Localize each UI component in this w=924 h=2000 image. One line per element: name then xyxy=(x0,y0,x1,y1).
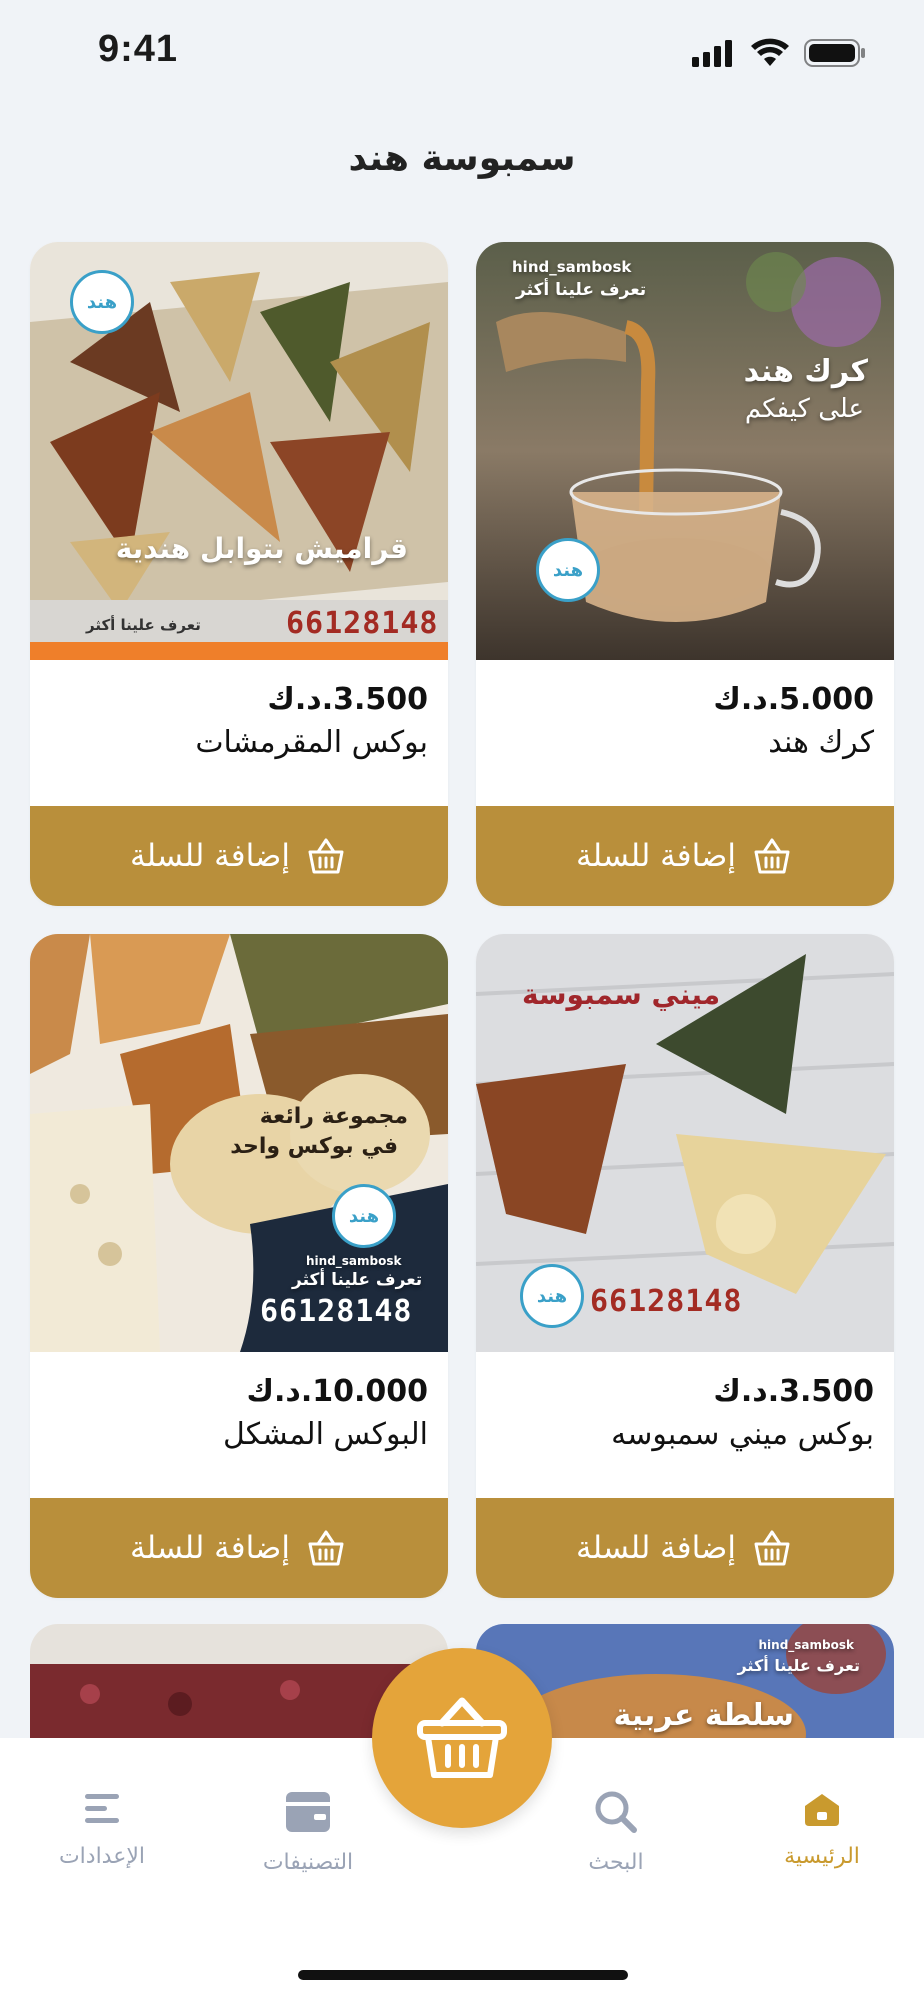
tab-search-label: البحث xyxy=(588,1850,644,1875)
phone-number: 66128148 xyxy=(590,1284,743,1319)
add-to-cart-label: إضافة للسلة xyxy=(130,1530,290,1566)
basket-icon xyxy=(754,838,790,874)
add-to-cart-label: إضافة للسلة xyxy=(576,1530,736,1566)
phone-number: 66128148 xyxy=(286,606,439,641)
brand-logo: هند xyxy=(520,1264,584,1328)
learn-more-text: تعرف علينا أكثر xyxy=(86,616,201,634)
image-headline: قراميش بتوابل هندية xyxy=(115,532,408,565)
brand-logo: هند xyxy=(70,270,134,334)
page-title: سمبوسة هند xyxy=(348,138,576,179)
image-headline: ميني سمبوسة xyxy=(522,978,721,1011)
phone-number: 66128148 xyxy=(260,1294,413,1329)
image-headline: كرك هند xyxy=(743,354,868,389)
brand-logo: هند xyxy=(332,1184,396,1248)
status-time: 9:41 xyxy=(98,28,179,70)
product-image[interactable]: مجموعة رائعة في بوكس واحد هند hind_sambo… xyxy=(30,934,448,1352)
product-card[interactable]: hind_sambosk تعرف علينا أكثر كرك هند على… xyxy=(476,242,894,906)
product-card[interactable]: هند قراميش بتوابل هندية 66128148 تعرف عل… xyxy=(30,242,448,906)
tab-home-label: الرئيسية xyxy=(784,1844,860,1869)
cart-fab-button[interactable] xyxy=(372,1648,552,1828)
add-to-cart-button[interactable]: إضافة للسلة xyxy=(30,1498,448,1598)
add-to-cart-button[interactable]: إضافة للسلة xyxy=(476,1498,894,1598)
battery-icon xyxy=(804,39,865,67)
add-to-cart-label: إضافة للسلة xyxy=(130,838,290,874)
tab-search[interactable]: البحث xyxy=(526,1788,706,1875)
tab-settings[interactable]: الإعدادات xyxy=(12,1788,192,1869)
product-image[interactable]: هند قراميش بتوابل هندية 66128148 تعرف عل… xyxy=(30,242,448,660)
product-info: 3.500.د.ك بوكس المقرمشات xyxy=(30,660,448,806)
product-price: 3.500.د.ك xyxy=(713,1374,874,1409)
product-grid: hind_sambosk تعرف علينا أكثر كرك هند على… xyxy=(30,242,894,1598)
product-price: 3.500.د.ك xyxy=(267,682,428,717)
product-image[interactable]: hind_sambosk تعرف علينا أكثر كرك هند على… xyxy=(476,242,894,660)
social-handle: hind_sambosk xyxy=(512,258,632,276)
home-indicator xyxy=(298,1970,628,1980)
image-headline: سلطة عربية xyxy=(613,1698,794,1733)
product-price: 5.000.د.ك xyxy=(713,682,874,717)
basket-icon xyxy=(308,1530,344,1566)
tab-categories[interactable]: التصنيفات xyxy=(218,1788,398,1875)
search-icon xyxy=(595,1791,637,1833)
add-to-cart-button[interactable]: إضافة للسلة xyxy=(30,806,448,906)
product-name: البوكس المشكل xyxy=(223,1417,428,1452)
add-to-cart-label: إضافة للسلة xyxy=(576,838,736,874)
social-handle: hind_sambosk xyxy=(306,1254,402,1268)
product-name: كرك هند xyxy=(768,725,874,760)
home-icon xyxy=(805,1794,839,1826)
signal-icon xyxy=(692,40,732,67)
product-card[interactable]: ميني سمبوسة هند 66128148 3.500.د.ك بوكس … xyxy=(476,934,894,1598)
image-subheadline: في بوكس واحد xyxy=(230,1134,398,1159)
status-icons xyxy=(692,38,866,68)
basket-icon xyxy=(417,1697,507,1778)
product-info: 3.500.د.ك بوكس ميني سمبوسه xyxy=(476,1352,894,1498)
tab-home[interactable]: الرئيسية xyxy=(732,1788,912,1869)
basket-icon xyxy=(754,1530,790,1566)
product-info: 5.000.د.ك كرك هند xyxy=(476,660,894,806)
brand-logo: هند xyxy=(536,538,600,602)
product-name: بوكس المقرمشات xyxy=(195,725,428,760)
basket-icon xyxy=(308,838,344,874)
status-bar: 9:41 xyxy=(0,0,924,110)
product-info: 10.000.د.ك البوكس المشكل xyxy=(30,1352,448,1498)
wifi-icon xyxy=(751,38,789,66)
learn-more-text: تعرف علينا أكثر xyxy=(737,1656,860,1675)
tab-categories-label: التصنيفات xyxy=(262,1850,354,1875)
product-image[interactable]: ميني سمبوسة هند 66128148 xyxy=(476,934,894,1352)
product-card[interactable]: مجموعة رائعة في بوكس واحد هند hind_sambo… xyxy=(30,934,448,1598)
learn-more-text: تعرف علينا أكثر xyxy=(292,1270,423,1290)
add-to-cart-button[interactable]: إضافة للسلة xyxy=(476,806,894,906)
learn-more-text: تعرف علينا أكثر xyxy=(516,280,647,300)
tab-settings-label: الإعدادات xyxy=(58,1844,146,1869)
social-handle: hind_sambosk xyxy=(758,1638,855,1652)
settings-icon xyxy=(85,1794,119,1823)
image-headline: مجموعة رائعة xyxy=(259,1104,408,1129)
image-subheadline: على كيفكم xyxy=(744,394,864,424)
product-name: بوكس ميني سمبوسه xyxy=(611,1417,874,1452)
product-price: 10.000.د.ك xyxy=(246,1374,428,1409)
categories-icon xyxy=(286,1792,330,1832)
